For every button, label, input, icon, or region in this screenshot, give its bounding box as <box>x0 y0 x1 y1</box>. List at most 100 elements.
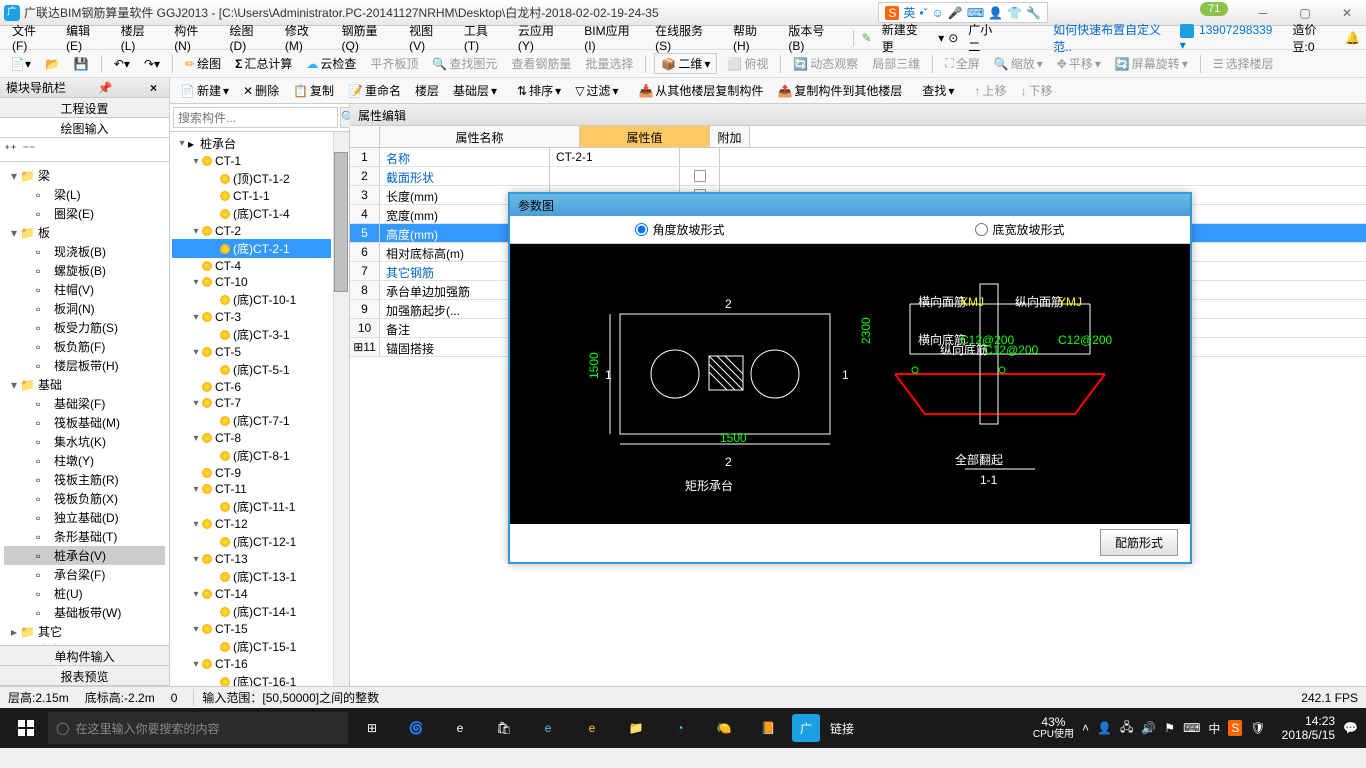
zoom-button[interactable]: 🔍缩放▾ <box>990 53 1047 74</box>
radio-width[interactable]: 底宽放坡形式 <box>975 221 1064 238</box>
component-tree-item[interactable]: (底)CT-13-1 <box>172 567 331 586</box>
property-row[interactable]: 1名称CT-2-1 <box>350 148 1366 167</box>
copy-comp-button[interactable]: 📋复制 <box>289 80 338 101</box>
nav-bottom-report[interactable]: 报表预览 <box>0 666 169 686</box>
component-tree-item[interactable]: (底)CT-16-1 <box>172 672 331 686</box>
rebar-form-button[interactable]: 配筋形式 <box>1100 529 1178 556</box>
menu-cloud[interactable]: 云应用(Y) <box>512 20 574 55</box>
menu-edit[interactable]: 编辑(E) <box>60 20 111 55</box>
component-tree-item[interactable]: CT-6 <box>172 379 331 395</box>
component-tree-item[interactable]: ▾CT-16 <box>172 656 331 672</box>
app-icon-2[interactable]: ◔ <box>660 712 700 744</box>
cpu-meter[interactable]: 43%CPU使用 <box>1033 716 1074 740</box>
floor-combo[interactable]: 楼层 <box>411 80 443 101</box>
pan-button[interactable]: ✥平移▾ <box>1053 53 1105 74</box>
nav-tree-item[interactable]: ▫柱帽(V) <box>4 280 165 299</box>
nav-tree-item[interactable]: ▸📁其它 <box>4 622 165 641</box>
component-tree-item[interactable]: ▾CT-13 <box>172 551 331 567</box>
tray-person-icon[interactable]: 👤 <box>1097 721 1112 735</box>
find-elem-button[interactable]: 🔍查找图元 <box>428 53 501 74</box>
sum-button[interactable]: Σ 汇总计算 <box>231 53 296 74</box>
nav-tree-item[interactable]: ▾📁梁 <box>4 166 165 185</box>
nav-tab-settings[interactable]: 工程设置 <box>0 98 169 118</box>
radio-angle-input[interactable] <box>635 223 648 236</box>
move-up-button[interactable]: ↑上移 <box>970 80 1010 101</box>
app-icon-5[interactable]: 广 <box>792 714 820 742</box>
nav-tree-item[interactable]: ▫基础梁(F) <box>4 394 165 413</box>
clock[interactable]: 14:232018/5/15 <box>1282 714 1335 743</box>
component-tree-item[interactable]: ▾CT-12 <box>172 516 331 532</box>
nav-close-button[interactable]: × <box>144 81 163 95</box>
find-comp-button[interactable]: 查找▾ <box>918 80 958 101</box>
new-file-button[interactable]: 📄▾ <box>6 55 35 73</box>
edge2-icon[interactable]: e <box>528 712 568 744</box>
tip-link[interactable]: 如何快速布置自定义范.. <box>1053 21 1176 55</box>
radio-angle[interactable]: 角度放坡形式 <box>635 221 724 238</box>
local-3d-button[interactable]: 局部三维 <box>868 53 924 74</box>
expand-icon[interactable]: ⁺⁺ <box>4 142 17 157</box>
component-tree-item[interactable]: CT-9 <box>172 465 331 481</box>
nav-tree-item[interactable]: ▫桩(U) <box>4 584 165 603</box>
tray-ime-icon[interactable]: 中 <box>1208 720 1220 737</box>
nav-tree-item[interactable]: ▫独立基础(D) <box>4 508 165 527</box>
component-tree-item[interactable]: ▾CT-15 <box>172 621 331 637</box>
nav-tree-item[interactable]: ▫板洞(N) <box>4 299 165 318</box>
component-tree-item[interactable]: (底)CT-15-1 <box>172 637 331 656</box>
rename-comp-button[interactable]: 📝重命名 <box>344 80 405 101</box>
component-tree-item[interactable]: CT-4 <box>172 258 331 274</box>
component-tree-item[interactable]: ▾CT-10 <box>172 274 331 290</box>
nav-tree-item[interactable]: ▫梁(L) <box>4 185 165 204</box>
nav-tree-item[interactable]: ▫楼层板带(H) <box>4 356 165 375</box>
app-icon-1[interactable]: 🌀 <box>396 712 436 744</box>
dynamic-view-button[interactable]: 🔄动态观察 <box>789 53 862 74</box>
new-comp-button[interactable]: 📄新建▾ <box>176 80 233 101</box>
nav-tree-item[interactable]: ▫条形基础(T) <box>4 527 165 546</box>
menu-tool[interactable]: 工具(T) <box>458 20 508 55</box>
menu-help[interactable]: 帮助(H) <box>727 20 778 55</box>
nav-tree[interactable]: ▾📁梁▫梁(L)▫圈梁(E)▾📁板▫现浇板(B)▫螺旋板(B)▫柱帽(V)▫板洞… <box>0 162 169 645</box>
tray-network-icon[interactable]: 🖧 <box>1120 718 1133 739</box>
component-tree-item[interactable]: (底)CT-7-1 <box>172 411 331 430</box>
nav-tree-item[interactable]: ▫桩承台(V) <box>4 546 165 565</box>
taskview-icon[interactable]: ⊞ <box>352 712 392 744</box>
filter-button[interactable]: ▽过滤▾ <box>571 80 622 101</box>
nav-tree-item[interactable]: ▫集水坑(K) <box>4 432 165 451</box>
close-button[interactable]: ✕ <box>1332 6 1362 20</box>
tray-volume-icon[interactable]: 🔊 <box>1141 721 1156 735</box>
component-tree-item[interactable]: (底)CT-14-1 <box>172 602 331 621</box>
menu-component[interactable]: 构件(N) <box>168 20 219 55</box>
nav-bottom-single[interactable]: 单构件输入 <box>0 646 169 666</box>
radio-width-input[interactable] <box>975 223 988 236</box>
top-view-button[interactable]: ⬜俯视 <box>723 53 772 74</box>
sort-button[interactable]: ⇅排序▾ <box>513 80 565 101</box>
new-change-button[interactable]: 新建变更 <box>876 19 934 57</box>
component-tree-item[interactable]: ▾▸桩承台 <box>172 134 331 153</box>
component-tree-item[interactable]: CT-1-1 <box>172 188 331 204</box>
nav-tree-item[interactable]: ▫筏板主筋(R) <box>4 470 165 489</box>
tray-flag-icon[interactable]: ⚑ <box>1164 721 1175 735</box>
tray-up-icon[interactable]: ˄ <box>1082 721 1089 735</box>
move-down-button[interactable]: ↓下移 <box>1016 80 1056 101</box>
nav-tree-item[interactable]: ▫承台梁(F) <box>4 565 165 584</box>
user-label[interactable]: 广小二 <box>962 19 1009 57</box>
nav-tree-item[interactable]: ▫板负筋(F) <box>4 337 165 356</box>
fullscreen-button[interactable]: ⛶全屏 <box>941 53 983 74</box>
scrollbar[interactable] <box>333 132 349 686</box>
component-tree-item[interactable]: ▾CT-5 <box>172 344 331 360</box>
copy-to-floor-button[interactable]: 📤复制构件到其他楼层 <box>773 80 906 101</box>
select-floor-button[interactable]: ☰选择楼层 <box>1209 53 1278 74</box>
component-tree-item[interactable]: ▾CT-7 <box>172 395 331 411</box>
component-tree-item[interactable]: ▾CT-14 <box>172 586 331 602</box>
batch-select-button[interactable]: 批量选择 <box>581 53 637 74</box>
menu-draw[interactable]: 绘图(D) <box>224 20 275 55</box>
tray-sogou-icon[interactable]: S <box>1228 720 1242 736</box>
bell-icon[interactable]: 🔔 <box>1345 31 1360 45</box>
component-tree-item[interactable]: (底)CT-11-1 <box>172 497 331 516</box>
tray-keyboard-icon[interactable]: ⌨ <box>1183 721 1200 735</box>
component-tree-item[interactable]: (底)CT-10-1 <box>172 290 331 309</box>
notification-icon[interactable]: 💬 <box>1343 721 1358 735</box>
account-area[interactable]: 13907298339 ▾ <box>1180 23 1279 52</box>
save-button[interactable]: 💾 <box>70 55 93 73</box>
rotate-button[interactable]: 🔄屏幕旋转▾ <box>1111 53 1192 74</box>
nav-tree-item[interactable]: ▫基础板带(W) <box>4 603 165 622</box>
